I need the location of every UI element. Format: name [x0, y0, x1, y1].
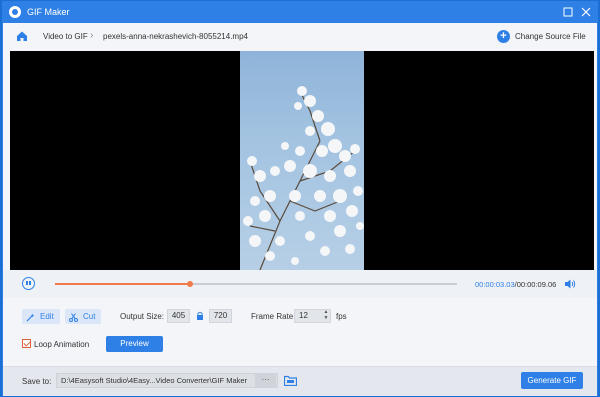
- time-display: 00:00:03.03/00:00:09.06: [475, 280, 556, 289]
- save-to-label: Save to:: [22, 377, 52, 386]
- gif-settings-panel: Edit Cut Output Size: 405 720 Frame Rate…: [3, 298, 597, 366]
- toolbar: Video to GIF › pexels-anna-nekrashevich-…: [3, 23, 597, 50]
- open-folder-icon[interactable]: [283, 375, 298, 387]
- video-frame-blossom-tree: [240, 51, 364, 270]
- maximize-icon[interactable]: [561, 5, 575, 19]
- current-time: 00:00:03.03: [475, 280, 515, 289]
- close-icon[interactable]: [579, 5, 593, 19]
- volume-icon[interactable]: [564, 278, 576, 290]
- output-width-input[interactable]: 405: [167, 309, 190, 323]
- total-time: /00:00:09.06: [514, 280, 557, 289]
- cut-button[interactable]: Cut: [65, 309, 101, 324]
- loop-animation-checkbox[interactable]: [22, 339, 31, 348]
- home-icon[interactable]: [15, 29, 29, 43]
- progress-track[interactable]: [55, 281, 457, 287]
- save-path-field[interactable]: D:\4Easysoft Studio\4Easy...Video Conver…: [56, 373, 278, 388]
- gif-maker-window: GIF Maker Video to GIF › pexels-anna-nek…: [2, 1, 598, 396]
- video-preview[interactable]: [10, 51, 594, 270]
- frame-rate-stepper[interactable]: ▲ ▼: [322, 309, 330, 323]
- breadcrumb-file-name: pexels-anna-nekrashevich-8055214.mp4: [103, 32, 248, 41]
- title-bar: GIF Maker: [3, 2, 597, 23]
- app-logo-icon: [9, 6, 21, 18]
- progress-fill: [55, 283, 190, 285]
- frame-rate-label: Frame Rate:: [251, 312, 296, 321]
- output-size-label: Output Size:: [120, 312, 165, 321]
- output-height-input[interactable]: 720: [209, 309, 232, 323]
- browse-path-button[interactable]: ···: [255, 374, 276, 387]
- playback-controls: 00:00:03.03/00:00:09.06: [3, 270, 597, 298]
- breadcrumb-video-to-gif[interactable]: Video to GIF: [43, 32, 88, 41]
- cut-label: Cut: [83, 312, 96, 321]
- preview-button[interactable]: Preview: [106, 336, 163, 352]
- change-source-label: Change Source File: [515, 32, 586, 41]
- loop-animation-label: Loop Animation: [34, 340, 90, 349]
- progress-handle[interactable]: [186, 281, 193, 287]
- pause-icon[interactable]: [22, 277, 35, 290]
- window-title: GIF Maker: [27, 7, 70, 17]
- edit-button[interactable]: Edit: [22, 309, 60, 324]
- lock-icon[interactable]: [196, 311, 204, 320]
- footer-bar: Save to: D:\4Easysoft Studio\4Easy...Vid…: [3, 366, 597, 396]
- plus-icon: +: [497, 30, 510, 43]
- generate-gif-button[interactable]: Generate GIF: [521, 372, 583, 389]
- magic-wand-icon: [26, 312, 35, 322]
- scissors-icon: [69, 312, 78, 322]
- edit-label: Edit: [40, 312, 54, 321]
- fps-label: fps: [336, 312, 347, 321]
- chevron-right-icon: ›: [90, 30, 94, 41]
